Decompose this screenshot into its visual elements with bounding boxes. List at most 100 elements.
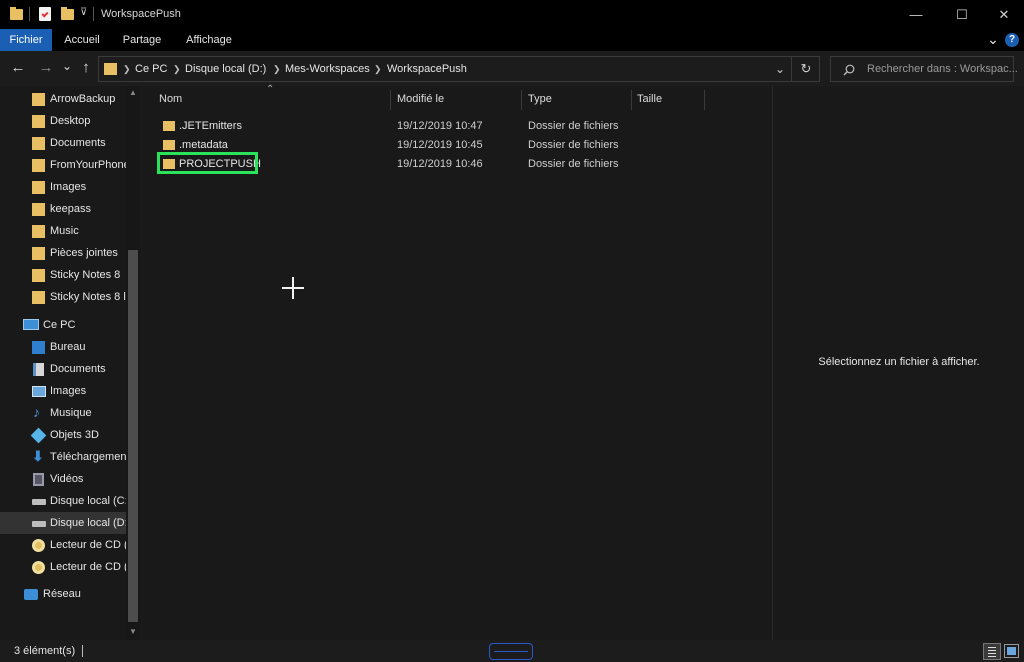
file-name: .JETEmitters	[179, 120, 242, 132]
cube-icon	[30, 427, 47, 444]
folder-icon	[163, 121, 175, 131]
music-icon: ♪	[33, 404, 40, 420]
back-arrow-icon[interactable]: ←	[9, 59, 27, 76]
column-divider[interactable]	[704, 90, 705, 110]
picture-icon	[32, 386, 46, 397]
sidebar-item-label: Disque local (C:)	[50, 495, 126, 507]
breadcrumb-disque-d[interactable]: Disque local (D:)	[185, 57, 266, 81]
minimize-button[interactable]: —	[893, 0, 939, 29]
sidebar-scrollbar-thumb[interactable]	[128, 250, 138, 622]
sidebar-item-objets-3d[interactable]: Objets 3D	[0, 424, 126, 446]
breadcrumb-mes-workspaces[interactable]: Mes-Workspaces	[285, 57, 370, 81]
sidebar-item-images-pc[interactable]: Images	[0, 380, 126, 402]
scroll-down-icon[interactable]: ▼	[128, 627, 138, 637]
title-bar: ⊽ WorkspacePush — ☐ ✕	[0, 0, 1024, 29]
divider	[93, 7, 94, 21]
breadcrumb-separator-icon[interactable]: ❯	[374, 57, 382, 81]
sidebar-item-label: Bureau	[50, 341, 86, 353]
breadcrumb-separator-icon[interactable]: ❯	[123, 57, 131, 81]
large-icons-view-icon[interactable]	[1004, 644, 1019, 658]
address-bar[interactable]: ❯ Ce PC ❯ Disque local (D:) ❯ Mes-Worksp…	[98, 56, 820, 82]
scroll-up-icon[interactable]: ▲	[128, 88, 138, 98]
cd-icon	[32, 539, 45, 552]
sidebar-item-videos[interactable]: Vidéos	[0, 468, 126, 490]
sidebar-item-telechargements[interactable]: ⬇ Téléchargements	[0, 446, 126, 468]
details-view-icon[interactable]	[983, 643, 1001, 660]
close-button[interactable]: ✕	[981, 0, 1024, 29]
sidebar-item-lecteur-cd-1[interactable]: Lecteur de CD (	[0, 534, 126, 556]
breadcrumb-separator-icon[interactable]: ❯	[173, 57, 181, 81]
maximize-button[interactable]: ☐	[939, 0, 985, 29]
sidebar-item-label: FromYourPhone	[50, 159, 126, 171]
sidebar-item-arrowbackup[interactable]: ArrowBackup	[0, 88, 126, 110]
column-header-size[interactable]: Taille	[637, 86, 662, 113]
sidebar-item-bureau[interactable]: Bureau	[0, 336, 126, 358]
file-modified: 19/12/2019 10:46	[397, 158, 483, 170]
breadcrumb-ce-pc[interactable]: Ce PC	[135, 57, 167, 81]
download-icon: ⬇	[32, 448, 44, 464]
sidebar-item-music[interactable]: Music	[0, 220, 126, 242]
file-row-jetemitters[interactable]: .JETEmitters 19/12/2019 10:47 Dossier de…	[154, 117, 674, 136]
sidebar-item-pieces-jointes[interactable]: Pièces jointes	[0, 242, 126, 264]
folder-icon	[32, 291, 45, 304]
up-arrow-icon[interactable]: ↑	[77, 59, 95, 76]
column-header-name[interactable]: Nom	[159, 86, 182, 113]
column-header-type[interactable]: Type	[528, 86, 552, 113]
column-divider[interactable]	[390, 90, 391, 110]
column-divider[interactable]	[631, 90, 632, 110]
sidebar-item-label: Vidéos	[50, 473, 84, 485]
sidebar-item-label: Objets 3D	[50, 429, 99, 441]
sidebar-item-label: Téléchargements	[50, 451, 126, 463]
sidebar-item-label: Images	[50, 181, 87, 193]
navigation-pane: ArrowBackup Desktop Documents FromYourPh…	[0, 86, 140, 640]
column-divider[interactable]	[521, 90, 522, 110]
sidebar-item-keepass[interactable]: keepass	[0, 198, 126, 220]
breadcrumb-separator-icon[interactable]: ❯	[273, 57, 281, 81]
sidebar-item-documents[interactable]: Documents	[0, 132, 126, 154]
address-dropdown-icon[interactable]: ⌄	[771, 57, 789, 81]
sidebar-item-label: Documents	[50, 363, 106, 375]
tab-affichage[interactable]: Affichage	[178, 29, 240, 51]
sidebar-item-label: ArrowBackup	[50, 93, 116, 105]
quick-access-dropdown-icon[interactable]: ⊽	[80, 7, 87, 18]
item-count: 3 élément(s)	[14, 645, 76, 657]
sidebar-item-label: Documents	[50, 137, 106, 149]
search-input[interactable]: Rechercher dans : Workspac...	[830, 56, 1018, 82]
sidebar-item-musique[interactable]: ♪ Musique	[0, 402, 126, 424]
sidebar-item-fromyourphone[interactable]: FromYourPhone	[0, 154, 126, 176]
status-bar: 3 élément(s)	[0, 640, 1024, 662]
column-header-modified[interactable]: Modifié le	[397, 86, 444, 113]
sidebar-item-ce-pc[interactable]: Ce PC	[0, 314, 126, 336]
folder-icon	[32, 93, 45, 106]
preview-pane: Sélectionnez un fichier à afficher.	[772, 86, 1024, 640]
highlight-box	[157, 152, 258, 174]
forward-arrow-icon[interactable]: →	[37, 59, 55, 76]
sidebar-item-images[interactable]: Images	[0, 176, 126, 198]
tab-fichier[interactable]: Fichier	[0, 29, 52, 51]
taskbar-indicator-icon	[489, 643, 533, 660]
address-row: ← → ⌄ ↑ ❯ Ce PC ❯ Disque local (D:) ❯ Me…	[0, 51, 1024, 86]
sidebar-item-label: Ce PC	[43, 319, 76, 331]
breadcrumb-workspacepush[interactable]: WorkspacePush	[387, 57, 467, 81]
sidebar-item-documents-pc[interactable]: Documents	[0, 358, 126, 380]
tab-accueil[interactable]: Accueil	[55, 29, 109, 51]
sidebar-item-disque-d[interactable]: Disque local (D:)	[0, 512, 126, 534]
sidebar-item-reseau[interactable]: Réseau	[0, 583, 126, 605]
refresh-icon[interactable]: ↻	[796, 57, 816, 81]
recent-locations-icon[interactable]: ⌄	[60, 59, 74, 73]
sidebar-item-sticky-notes-8[interactable]: Sticky Notes 8	[0, 264, 126, 286]
new-folder-icon[interactable]	[61, 7, 74, 20]
properties-icon[interactable]	[39, 7, 51, 21]
folder-icon	[32, 115, 45, 128]
sidebar-item-label: Musique	[50, 407, 92, 419]
ribbon-expand-icon[interactable]: ⌄	[985, 30, 1001, 50]
sidebar-item-disque-c[interactable]: Disque local (C:)	[0, 490, 126, 512]
help-icon[interactable]: ?	[1005, 33, 1019, 47]
folder-icon	[32, 225, 45, 238]
sidebar-item-label: Sticky Notes 8 li	[50, 291, 126, 303]
tab-partage[interactable]: Partage	[114, 29, 170, 51]
sidebar-item-desktop[interactable]: Desktop	[0, 110, 126, 132]
sidebar-item-sticky-notes-8-li[interactable]: Sticky Notes 8 li	[0, 286, 126, 308]
sidebar-item-lecteur-cd-2[interactable]: Lecteur de CD (	[0, 556, 126, 578]
network-icon	[24, 589, 38, 600]
